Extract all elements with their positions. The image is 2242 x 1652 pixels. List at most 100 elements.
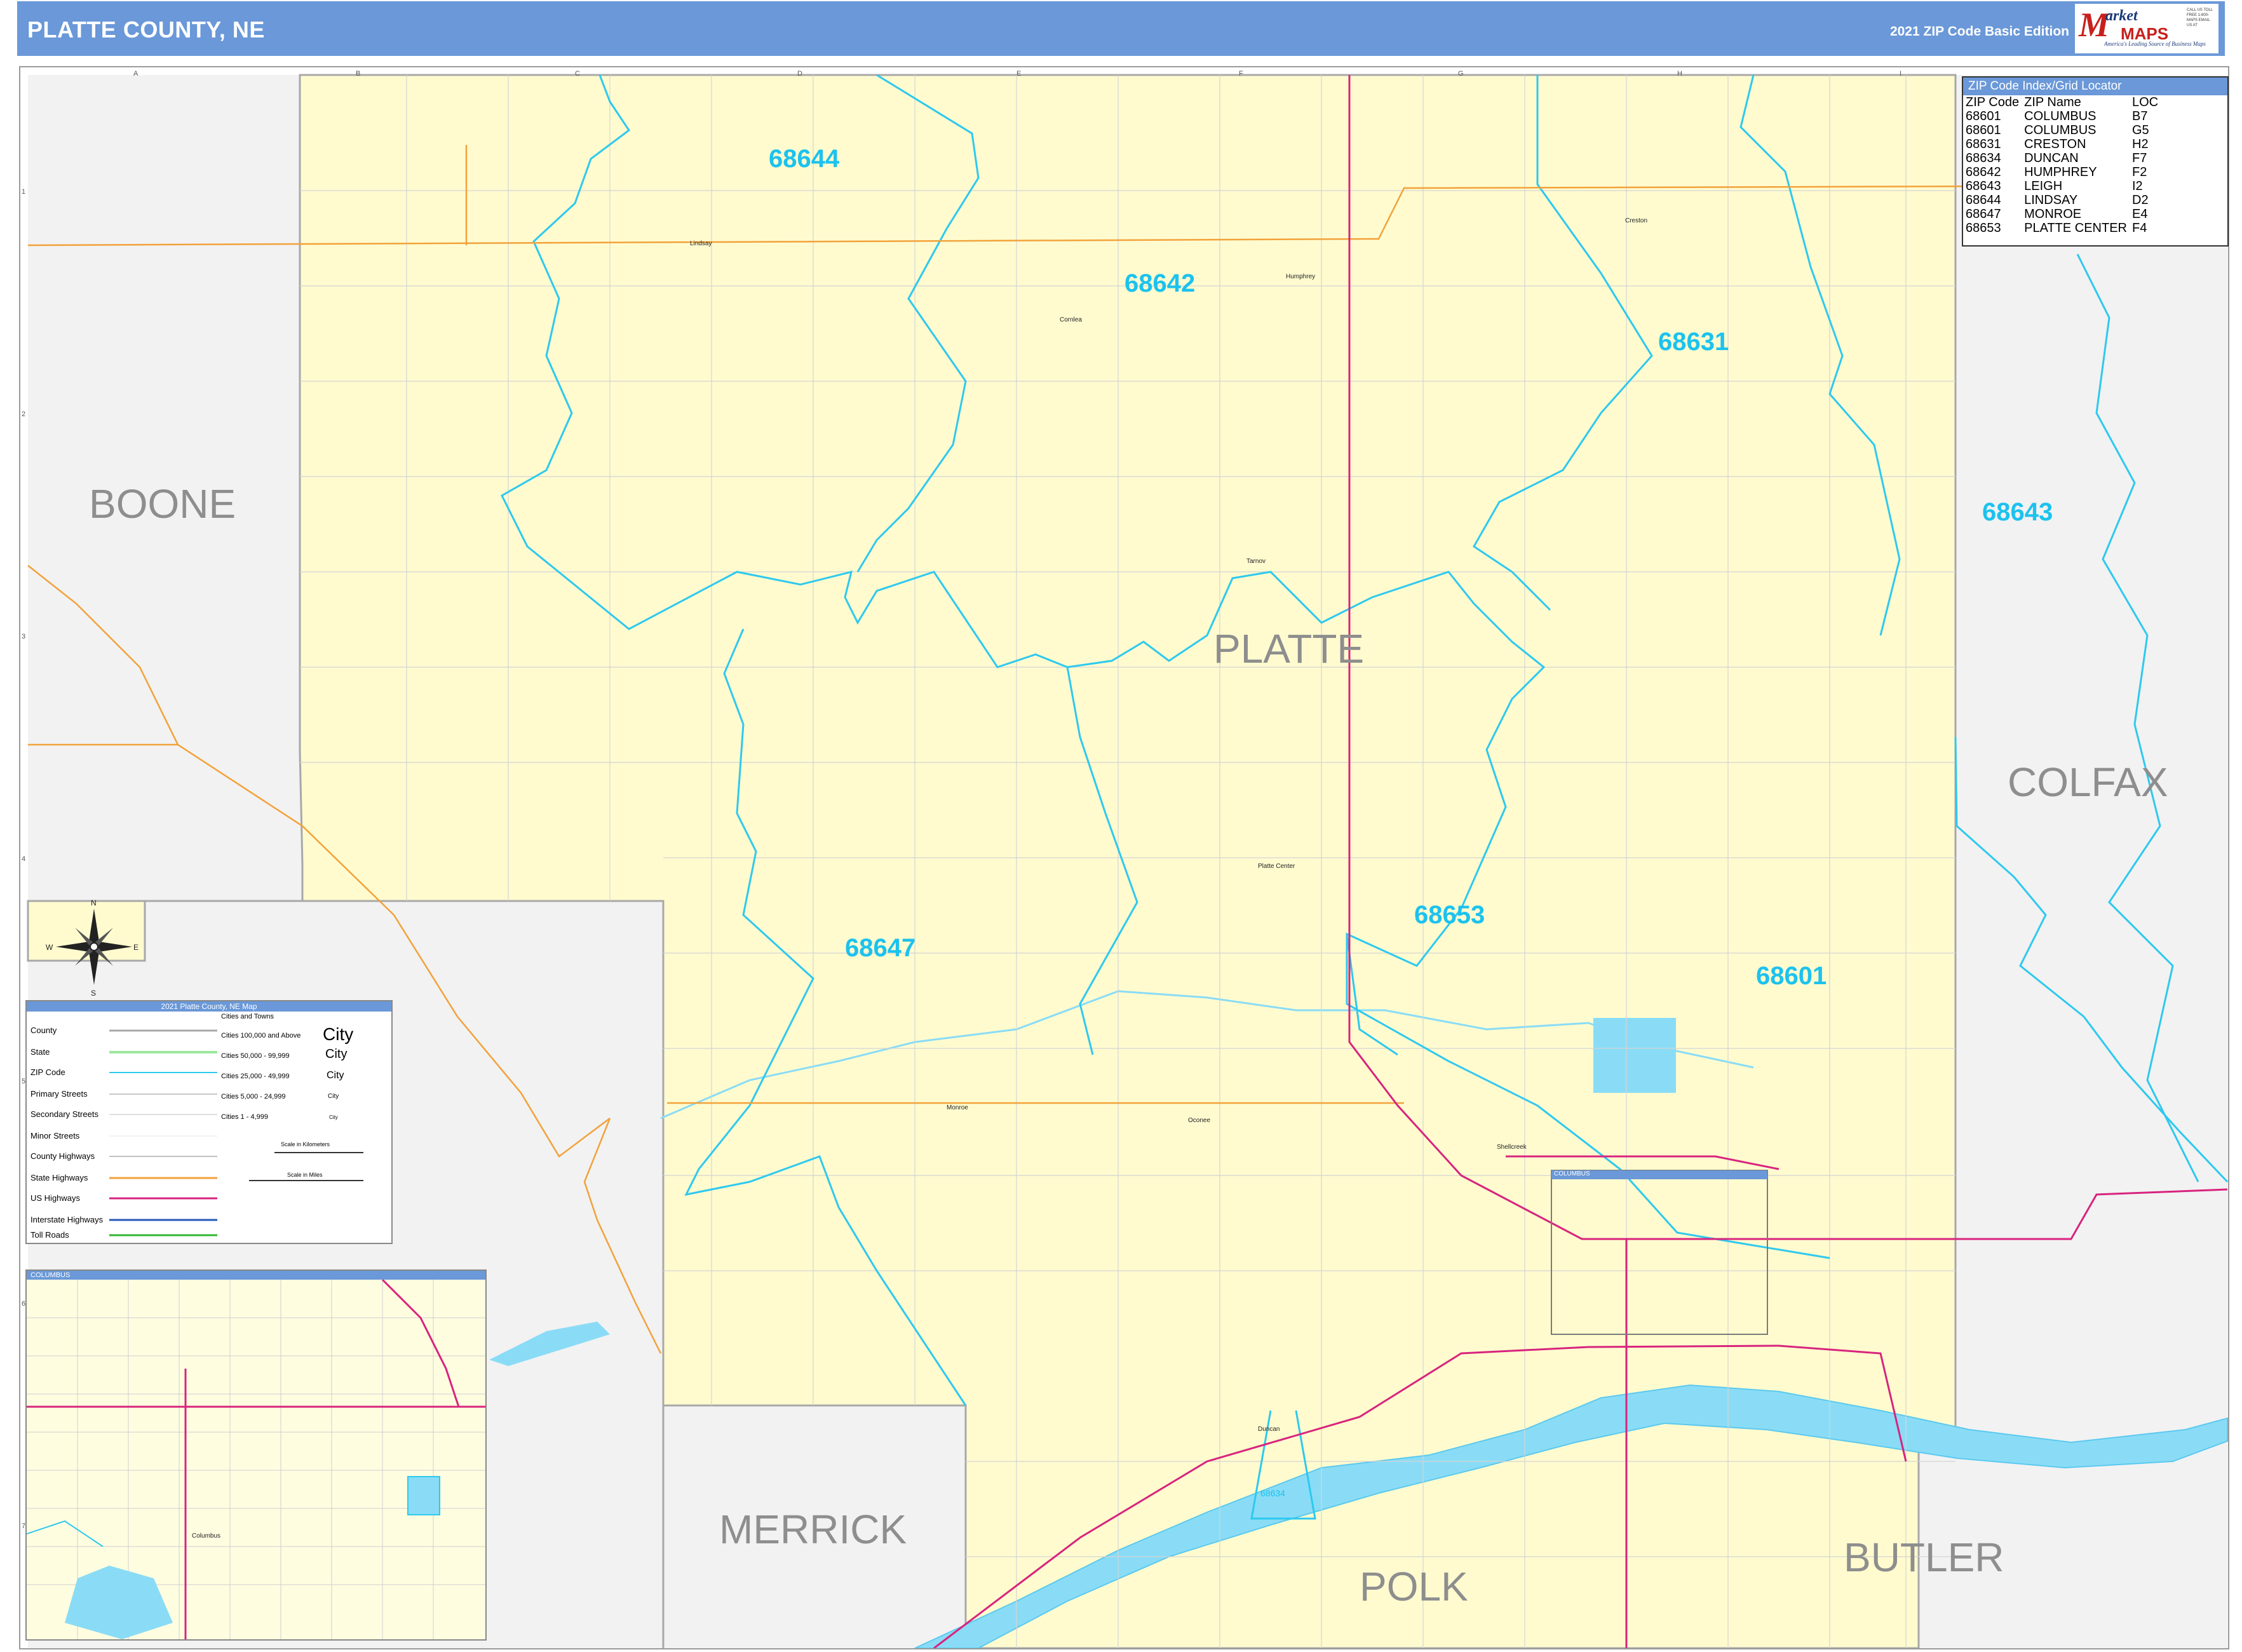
legend-item: Toll Roads	[30, 1230, 69, 1240]
town-label-shellcreek: Shellcreek	[1497, 1144, 1527, 1151]
town-label-duncan: Duncan	[1258, 1426, 1280, 1433]
zip-loc-cell: G5	[2132, 123, 2149, 137]
zip-index-table: ZIP Code ZIP Name LOC 68601 COLUMBUS B7 68…	[1966, 95, 2163, 235]
legend-city-size: Cities 100,000 and Above	[221, 1032, 301, 1039]
table-row[interactable]: 68647 MONROE E4	[1966, 207, 2163, 221]
town-label-platte-center: Platte Center	[1258, 863, 1295, 870]
zip-label-68643[interactable]: 68643	[1982, 498, 2053, 527]
zip-cell: 68601	[1966, 109, 2001, 123]
zip-loc-cell: H2	[2132, 137, 2149, 151]
zip-loc-cell: E4	[2132, 207, 2148, 221]
county-label-polk: POLK	[1360, 1564, 1468, 1609]
county-label-butler: BUTLER	[1844, 1534, 2004, 1580]
zip-label-68647[interactable]: 68647	[845, 934, 915, 963]
zip-label-68644[interactable]: 68644	[769, 145, 839, 173]
zip-name-cell: COLUMBUS	[2024, 123, 2097, 137]
county-label-colfax: COLFAX	[2008, 759, 2168, 805]
zip-name-cell: COLUMBUS	[2024, 109, 2097, 123]
zip-name-cell: DUNCAN	[2024, 151, 2079, 165]
zip-cell: 68644	[1966, 193, 2001, 207]
zip-cell: 68601	[1966, 123, 2001, 137]
legend-item: State	[30, 1047, 50, 1057]
zip-index-header: ZIP Code	[1966, 95, 2020, 109]
legend-item: Interstate Highways	[30, 1215, 104, 1224]
town-label-lindsay: Lindsay	[690, 240, 712, 247]
zip-name-cell: CRESTON	[2024, 137, 2086, 151]
compass-n-label: N	[91, 898, 97, 907]
zip-cell: 68634	[1966, 151, 2001, 165]
town-label-oconee: Oconee	[1188, 1117, 1211, 1124]
inset-title: COLUMBUS	[27, 1271, 485, 1280]
town-label-cornlea: Cornlea	[1060, 316, 1083, 323]
legend-item: Primary Streets	[30, 1089, 88, 1099]
legend-city-sample: City	[325, 1047, 348, 1061]
county-label-merrick: MERRICK	[719, 1506, 907, 1552]
legend-cities-header: Cities and Towns	[221, 1013, 274, 1020]
zip-cell: 68631	[1966, 137, 2001, 151]
zip-loc-cell: F4	[2132, 221, 2147, 235]
legend-title: 2021 Platte County, NE Map	[27, 1001, 391, 1012]
zip-label-68601[interactable]: 68601	[1756, 962, 1827, 991]
legend-city-size: Cities 5,000 - 24,999	[221, 1093, 286, 1100]
zip-loc-cell: I2	[2132, 179, 2143, 193]
map-legend: 2021 Platte County, NE Map County State …	[25, 1000, 393, 1244]
legend-item: ZIP Code	[30, 1067, 65, 1077]
compass-rose-icon	[56, 909, 132, 985]
legend-item: Secondary Streets	[30, 1109, 98, 1119]
zip-index-header: ZIP Name	[2024, 95, 2081, 109]
zip-label-68631[interactable]: 68631	[1658, 328, 1729, 356]
table-row[interactable]: 68653 PLATTE CENTER F4	[1966, 221, 2163, 235]
zip-name-cell: HUMPHREY	[2024, 165, 2097, 179]
columbus-inset-canvas	[27, 1280, 485, 1639]
legend-city-size: Cities 50,000 - 99,999	[221, 1052, 290, 1060]
compass-w-label: W	[46, 943, 53, 952]
compass-s-label: S	[91, 989, 97, 998]
legend-city-sample: City	[329, 1114, 338, 1120]
zip-label-68634[interactable]: 68634	[1260, 1488, 1285, 1498]
table-row[interactable]: 68601 COLUMBUS G5	[1966, 123, 2163, 137]
columbus-box-title: COLUMBUS	[1554, 1170, 1590, 1177]
legend-scale-bars	[249, 1152, 363, 1181]
table-row[interactable]: 68601 COLUMBUS B7	[1966, 109, 2163, 123]
zip-loc-cell: F7	[2132, 151, 2147, 165]
legend-city-sample: City	[323, 1024, 354, 1044]
zip-name-cell: MONROE	[2024, 207, 2082, 221]
inset-columbus-label: Columbus	[192, 1533, 221, 1540]
zip-loc-cell: D2	[2132, 193, 2149, 207]
zip-name-cell: LINDSAY	[2024, 193, 2078, 207]
legend-item: State Highways	[30, 1173, 88, 1182]
table-row[interactable]: 68642 HUMPHREY F2	[1966, 165, 2163, 179]
table-row[interactable]: 68634 DUNCAN F7	[1966, 151, 2163, 165]
legend-item: US Highways	[30, 1193, 81, 1203]
zip-loc-cell: B7	[2132, 109, 2148, 123]
zip-cell: 68653	[1966, 221, 2001, 235]
county-label-platte: PLATTE	[1213, 626, 1365, 672]
legend-swatches	[109, 1029, 217, 1236]
zip-cell: 68643	[1966, 179, 2001, 193]
county-label-boone: BOONE	[89, 481, 236, 527]
legend-city-sample: City	[327, 1070, 344, 1081]
columbus-inset-map[interactable]: COLUMBUS Columbus	[25, 1269, 487, 1641]
compass-e-label: E	[133, 943, 139, 952]
table-row[interactable]: 68644 LINDSAY D2	[1966, 193, 2163, 207]
table-row[interactable]: 68643 LEIGH I2	[1966, 179, 2163, 193]
town-label-creston: Creston	[1625, 217, 1648, 224]
zip-label-68642[interactable]: 68642	[1124, 269, 1195, 298]
town-label-humphrey: Humphrey	[1286, 273, 1316, 280]
zip-index-header: LOC	[2132, 95, 2159, 109]
town-label-monroe: Monroe	[947, 1104, 968, 1111]
zip-index-title: ZIP Code Index/Grid Locator	[1963, 78, 2227, 95]
zip-code-index: ZIP Code Index/Grid Locator ZIP Code ZIP…	[1962, 76, 2229, 247]
town-label-tarnov: Tarnov	[1246, 558, 1266, 565]
zip-label-68653[interactable]: 68653	[1414, 901, 1485, 930]
zip-name-cell: LEIGH	[2024, 179, 2063, 193]
table-row[interactable]: 68631 CRESTON H2	[1966, 137, 2163, 151]
legend-item: County	[30, 1026, 57, 1035]
zip-cell: 68647	[1966, 207, 2001, 221]
legend-city-size: Cities 25,000 - 49,999	[221, 1073, 290, 1080]
zip-loc-cell: F2	[2132, 165, 2147, 179]
legend-scale-km: Scale in Kilometers	[281, 1141, 330, 1148]
legend-item: Minor Streets	[30, 1131, 80, 1141]
legend-city-size: Cities 1 - 4,999	[221, 1113, 268, 1121]
zip-cell: 68642	[1966, 165, 2001, 179]
